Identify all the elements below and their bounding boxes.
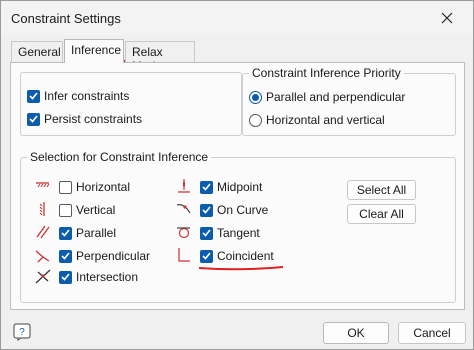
tangent-constraint-icon — [177, 227, 190, 239]
cancel-button[interactable]: Cancel — [398, 322, 466, 344]
horizontal-label: Horizontal — [76, 180, 131, 194]
priority-parallel-radio[interactable] — [249, 90, 262, 104]
tab-general-label: General — [18, 45, 61, 59]
priority-horizontal-label: Horizontal and vertical — [266, 113, 385, 127]
on-curve-constraint-icon — [176, 204, 191, 214]
tab-inference-label: Inference — [71, 43, 122, 57]
perpendicular-checkbox[interactable] — [59, 249, 72, 263]
vertical-option[interactable]: Vertical — [59, 202, 115, 218]
infer-constraints-option[interactable]: Infer constraints — [27, 88, 129, 104]
title-bar: Constraint Settings — [1, 1, 473, 35]
close-icon — [441, 12, 453, 24]
clear-all-button[interactable]: Clear All — [347, 204, 416, 224]
inference-panel: Infer constraints Persist constraints Co… — [10, 62, 465, 310]
infer-options-group: Infer constraints Persist constraints — [20, 72, 242, 136]
parallel-label: Parallel — [76, 226, 117, 240]
tab-relax-mode[interactable]: Relax Mode — [125, 41, 195, 73]
check-icon — [61, 273, 70, 281]
select-all-button[interactable]: Select All — [347, 180, 416, 200]
help-button[interactable]: ? — [13, 323, 31, 341]
tangent-checkbox[interactable] — [200, 226, 213, 240]
parallel-checkbox[interactable] — [59, 226, 72, 240]
help-icon: ? — [13, 323, 31, 341]
window-title: Constraint Settings — [11, 11, 121, 26]
priority-horizontal-radio[interactable] — [249, 113, 262, 127]
check-icon — [202, 183, 211, 191]
check-icon — [61, 252, 70, 260]
inference-priority-title: Constraint Inference Priority — [249, 66, 404, 80]
intersection-checkbox[interactable] — [59, 270, 72, 284]
on-curve-option[interactable]: On Curve — [200, 202, 268, 218]
vertical-checkbox[interactable] — [59, 203, 72, 217]
intersection-label: Intersection — [76, 270, 139, 284]
priority-parallel-label: Parallel and perpendicular — [266, 90, 406, 104]
infer-constraints-checkbox[interactable] — [27, 89, 40, 103]
perpendicular-constraint-icon — [35, 250, 50, 263]
infer-constraints-label: Infer constraints — [44, 89, 130, 103]
tangent-option[interactable]: Tangent — [200, 225, 260, 241]
midpoint-label: Midpoint — [217, 180, 263, 194]
check-icon — [202, 252, 211, 260]
check-icon — [202, 206, 211, 214]
parallel-option[interactable]: Parallel — [59, 225, 116, 241]
on-curve-label: On Curve — [217, 203, 269, 217]
parallel-constraint-icon — [36, 225, 50, 239]
svg-text:?: ? — [19, 327, 25, 338]
inference-priority-group: Constraint Inference Priority Parallel a… — [242, 66, 456, 136]
cancel-label: Cancel — [413, 326, 451, 340]
intersection-constraint-icon — [35, 269, 51, 284]
close-button[interactable] — [425, 3, 469, 33]
perpendicular-option[interactable]: Perpendicular — [59, 248, 150, 264]
tab-inference[interactable]: Inference — [64, 39, 124, 63]
check-icon — [29, 115, 38, 123]
check-icon — [202, 229, 211, 237]
horizontal-option[interactable]: Horizontal — [59, 179, 130, 195]
ok-button[interactable]: OK — [323, 322, 389, 344]
midpoint-option[interactable]: Midpoint — [200, 179, 262, 195]
check-icon — [29, 92, 38, 100]
persist-constraints-option[interactable]: Persist constraints — [27, 111, 142, 127]
check-icon — [61, 229, 70, 237]
constraint-settings-dialog: Constraint Settings General Inference Re… — [0, 0, 474, 350]
tab-general[interactable]: General — [11, 41, 63, 63]
priority-parallel-option[interactable]: Parallel and perpendicular — [249, 89, 405, 105]
coincident-label: Coincident — [217, 249, 274, 263]
tangent-label: Tangent — [217, 226, 260, 240]
ok-label: OK — [347, 326, 365, 340]
persist-constraints-checkbox[interactable] — [27, 112, 40, 126]
priority-horizontal-option[interactable]: Horizontal and vertical — [249, 112, 385, 128]
selection-group: Selection for Constraint Inference Horiz… — [20, 150, 456, 303]
midpoint-constraint-icon — [178, 179, 190, 193]
persist-constraints-label: Persist constraints — [44, 112, 143, 126]
vertical-label: Vertical — [76, 203, 116, 217]
horizontal-checkbox[interactable] — [59, 180, 72, 194]
on-curve-checkbox[interactable] — [200, 203, 213, 217]
clear-all-label: Clear All — [359, 207, 404, 221]
horizontal-constraint-icon — [36, 182, 50, 188]
coincident-annotation-underline — [198, 266, 284, 271]
vertical-constraint-icon — [39, 202, 45, 216]
selection-title: Selection for Constraint Inference — [27, 150, 212, 164]
select-all-label: Select All — [356, 183, 407, 197]
midpoint-checkbox[interactable] — [200, 180, 213, 194]
coincident-constraint-icon — [178, 248, 190, 262]
intersection-option[interactable]: Intersection — [59, 269, 138, 285]
perpendicular-label: Perpendicular — [76, 249, 151, 263]
coincident-checkbox[interactable] — [200, 249, 213, 263]
coincident-option[interactable]: Coincident — [200, 248, 274, 264]
